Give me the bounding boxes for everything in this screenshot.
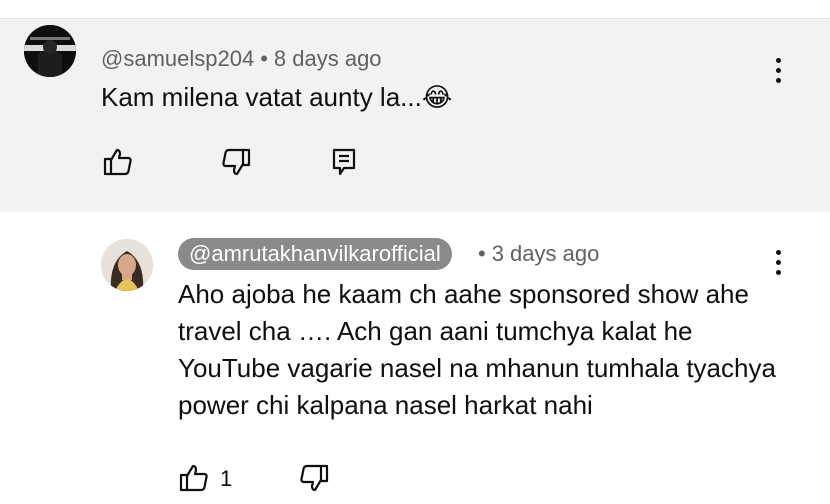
- thumbs-up-icon: [179, 464, 208, 492]
- creator-handle-badge[interactable]: @amrutakhanvilkarofficial: [178, 238, 452, 270]
- comment-text-body: Kam milena vatat aunty la...: [101, 82, 422, 112]
- avatar[interactable]: [24, 25, 76, 77]
- more-vert-dot: [776, 78, 781, 83]
- reply-timestamp[interactable]: 3 days ago: [492, 241, 600, 266]
- separator-dot: •: [478, 241, 486, 266]
- dislike-button[interactable]: [220, 146, 252, 178]
- like-button[interactable]: [102, 146, 134, 178]
- thumbs-down-icon: [300, 464, 329, 492]
- comment-text: Kam milena vatat aunty la...😂: [101, 79, 452, 116]
- reply-text: Aho ajoba he kaam ch aahe sponsored show…: [178, 279, 776, 420]
- separator-dot: •: [260, 46, 268, 71]
- comment-timestamp[interactable]: 8 days ago: [274, 46, 382, 71]
- comment-author[interactable]: @samuelsp204: [101, 46, 254, 71]
- more-vert-dot: [776, 260, 781, 265]
- comment-meta: @samuelsp204 • 8 days ago: [101, 46, 382, 72]
- avatar-image: [101, 239, 153, 291]
- like-count: 1: [220, 466, 233, 491]
- reply-meta: • 3 days ago: [478, 241, 599, 267]
- laughing-emoji-icon: 😂: [421, 82, 453, 112]
- more-vert-icon: [776, 250, 781, 255]
- reply-button[interactable]: [330, 146, 358, 178]
- reply-more-button[interactable]: [763, 242, 793, 282]
- thumbs-up-icon: [103, 148, 132, 176]
- comment-more-button[interactable]: [763, 50, 793, 90]
- more-vert-icon: [776, 58, 781, 63]
- reply-icon: [332, 148, 356, 176]
- reply-dislike-button[interactable]: [298, 462, 330, 494]
- reply-avatar[interactable]: [101, 239, 153, 291]
- reply-like-button[interactable]: [178, 462, 210, 494]
- more-vert-dot: [776, 270, 781, 275]
- avatar-image: [24, 25, 76, 77]
- more-vert-dot: [776, 68, 781, 73]
- top-divider: [0, 0, 830, 19]
- thumbs-down-icon: [222, 148, 251, 176]
